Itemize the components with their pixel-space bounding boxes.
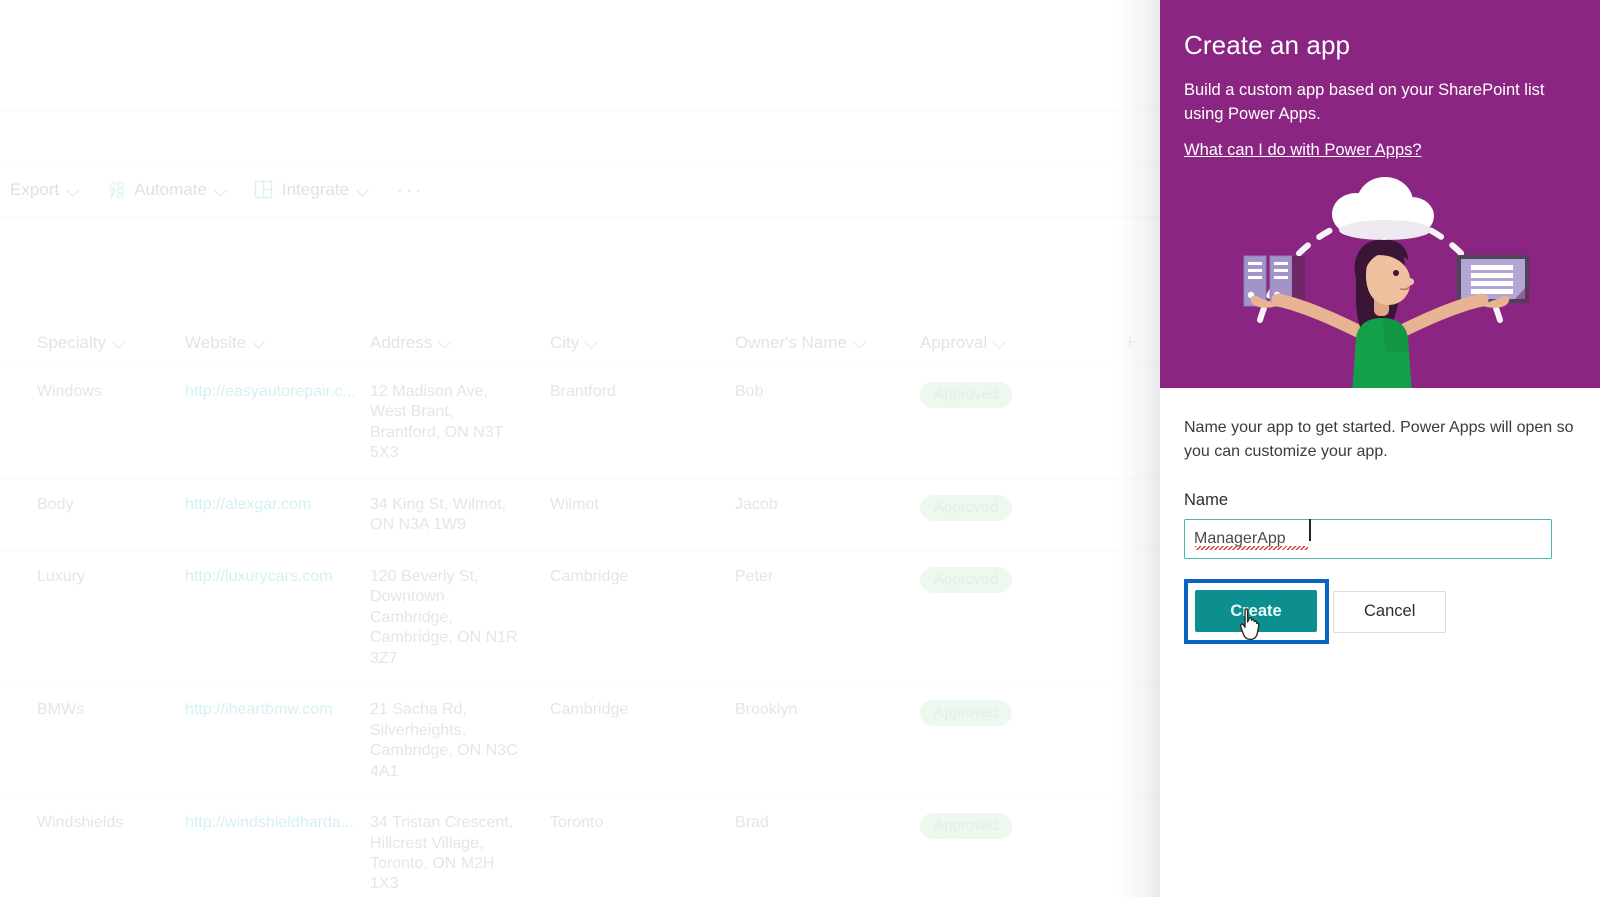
- power-apps-illustration: [1160, 172, 1600, 388]
- cell-owner-name: Brooklyn: [735, 701, 798, 719]
- column-header-address[interactable]: Address: [370, 333, 550, 353]
- cell-city: Toronto: [550, 814, 604, 832]
- cell-website-link[interactable]: http://luxurycars.com: [185, 567, 370, 587]
- status-badge: Approved: [920, 813, 1013, 840]
- cancel-button[interactable]: Cancel: [1333, 590, 1447, 633]
- cell-owner-name: Jacob: [735, 495, 778, 513]
- cell-address: 21 Sacha Rd, Silverheights, Cambridge, O…: [370, 701, 518, 780]
- cell-address: 34 Tristan Crescent, Hillcrest Village, …: [370, 814, 514, 893]
- chevron-down-icon: [439, 336, 452, 349]
- cell-address: 12 Madison Ave, West Brant, Brantford, O…: [370, 383, 504, 462]
- chevron-down-icon: [253, 336, 266, 349]
- cell-approval: Approved: [920, 566, 1110, 593]
- table-row[interactable]: Body http://alexgar.com 34 King St, Wilm…: [0, 479, 1163, 551]
- cell-owner-name: Bob: [735, 383, 764, 400]
- command-export[interactable]: Export: [0, 174, 90, 206]
- column-header-label: Specialty: [37, 332, 106, 352]
- integrate-label: Integrate: [281, 180, 350, 199]
- table-row[interactable]: Luxury http://luxurycars.com 120 Beverly…: [0, 551, 1163, 685]
- cell-website-link[interactable]: http://iheartbmw.com: [185, 700, 370, 720]
- cell-website-link[interactable]: http://windshieldharda...: [185, 813, 370, 833]
- chevron-down-icon: [113, 336, 126, 349]
- command-automate[interactable]: Automate: [96, 174, 238, 206]
- status-badge: Approved: [920, 382, 1013, 408]
- automate-icon: [106, 180, 126, 200]
- cell-specialty: Windows: [37, 383, 102, 400]
- command-bar: Export Automate Integrate ···: [0, 165, 1163, 215]
- panel-title: Create an app: [1184, 30, 1351, 60]
- chevron-down-icon: [854, 336, 867, 349]
- power-apps-help-link[interactable]: What can I do with Power Apps?: [1184, 141, 1422, 160]
- cell-city: Wilmot: [550, 495, 599, 513]
- column-header-label: Approval: [920, 332, 988, 352]
- sharepoint-list-page: Export Automate Integrate ··· Specialty …: [0, 0, 1163, 897]
- cell-address: 120 Beverly St, Downtown Cambridge, Camb…: [370, 567, 518, 667]
- cell-owner-name: Brad: [735, 814, 769, 832]
- panel-button-row: Create Cancel: [1184, 579, 1576, 645]
- command-overflow-button[interactable]: ···: [386, 173, 434, 207]
- cell-specialty: Windshields: [37, 814, 124, 832]
- cell-city: Brantford: [550, 383, 616, 400]
- panel-description: Build a custom app based on your SharePo…: [1184, 81, 1545, 123]
- create-button-focus-highlight: Create: [1184, 579, 1329, 645]
- name-input[interactable]: [1184, 519, 1552, 560]
- cell-approval: Approved: [920, 700, 1110, 727]
- column-header-website[interactable]: Website: [185, 333, 370, 353]
- page-divider-commandbar-top: [0, 163, 1163, 164]
- column-header-approval[interactable]: Approval: [920, 333, 1110, 353]
- command-integrate[interactable]: Integrate: [244, 174, 380, 206]
- column-header-label: Owner's Name: [735, 332, 847, 352]
- table-row[interactable]: BMWs http://iheartbmw.com 21 Sacha Rd, S…: [0, 684, 1163, 798]
- chevron-down-icon: [215, 184, 228, 197]
- page-divider-top: [0, 110, 1163, 111]
- cell-address: 34 King St, Wilmot, ON N3A 1W9: [370, 495, 507, 534]
- cell-owner-name: Peter: [735, 567, 774, 585]
- table-row[interactable]: Windshields http://windshieldharda... 34…: [0, 797, 1163, 897]
- automate-label: Automate: [134, 180, 207, 199]
- plus-icon: +: [1123, 331, 1137, 354]
- column-header-label: Address: [370, 332, 433, 352]
- cell-city: Cambridge: [550, 567, 629, 585]
- panel-body: Name your app to get started. Power Apps…: [1160, 388, 1600, 645]
- chevron-down-icon: [67, 184, 80, 197]
- cell-city: Cambridge: [550, 701, 629, 719]
- list-table: Specialty Website Address City Owner's N…: [0, 320, 1163, 897]
- cell-specialty: Body: [37, 495, 74, 513]
- app-root: Export Automate Integrate ··· Specialty …: [0, 0, 1600, 897]
- column-header-city[interactable]: City: [550, 333, 735, 353]
- name-field-label: Name: [1184, 491, 1229, 510]
- chevron-down-icon: [357, 184, 370, 197]
- cell-website-link[interactable]: http://alexgar.com: [185, 495, 370, 515]
- status-badge: Approved: [920, 566, 1013, 593]
- add-column-button[interactable]: +: [1110, 332, 1150, 353]
- ellipsis-icon: ···: [396, 177, 424, 202]
- chevron-down-icon: [994, 336, 1007, 349]
- table-row[interactable]: Windows http://easyautorepair.c... 12 Ma…: [0, 366, 1163, 479]
- panel-body-description: Name your app to get started. Power Apps…: [1184, 419, 1574, 460]
- chevron-down-icon: [586, 336, 599, 349]
- cell-approval: Approved: [920, 382, 1110, 408]
- table-header-row: Specialty Website Address City Owner's N…: [0, 320, 1163, 366]
- export-label: Export: [10, 180, 60, 199]
- column-header-owners-name[interactable]: Owner's Name: [735, 333, 920, 353]
- create-button[interactable]: Create: [1195, 590, 1317, 633]
- status-badge: Approved: [920, 700, 1013, 727]
- column-header-specialty[interactable]: Specialty: [0, 333, 185, 353]
- create-app-panel: Create an app Build a custom app based o…: [1160, 0, 1600, 897]
- cloud-icon: [1332, 177, 1434, 240]
- column-header-label: City: [550, 332, 580, 352]
- cell-specialty: BMWs: [37, 701, 85, 719]
- integrate-icon: [254, 180, 274, 200]
- page-divider-commandbar-bottom: [0, 216, 1163, 217]
- name-input-wrapper: [1184, 510, 1552, 560]
- column-header-label: Website: [185, 332, 247, 352]
- cell-approval: Approved: [920, 813, 1110, 840]
- panel-hero: Create an app Build a custom app based o…: [1160, 0, 1600, 388]
- tablet-icon: [1457, 255, 1529, 303]
- cell-approval: Approved: [920, 494, 1110, 521]
- cell-website-link[interactable]: http://easyautorepair.c...: [185, 382, 370, 402]
- status-badge: Approved: [920, 494, 1013, 521]
- cell-specialty: Luxury: [37, 567, 86, 585]
